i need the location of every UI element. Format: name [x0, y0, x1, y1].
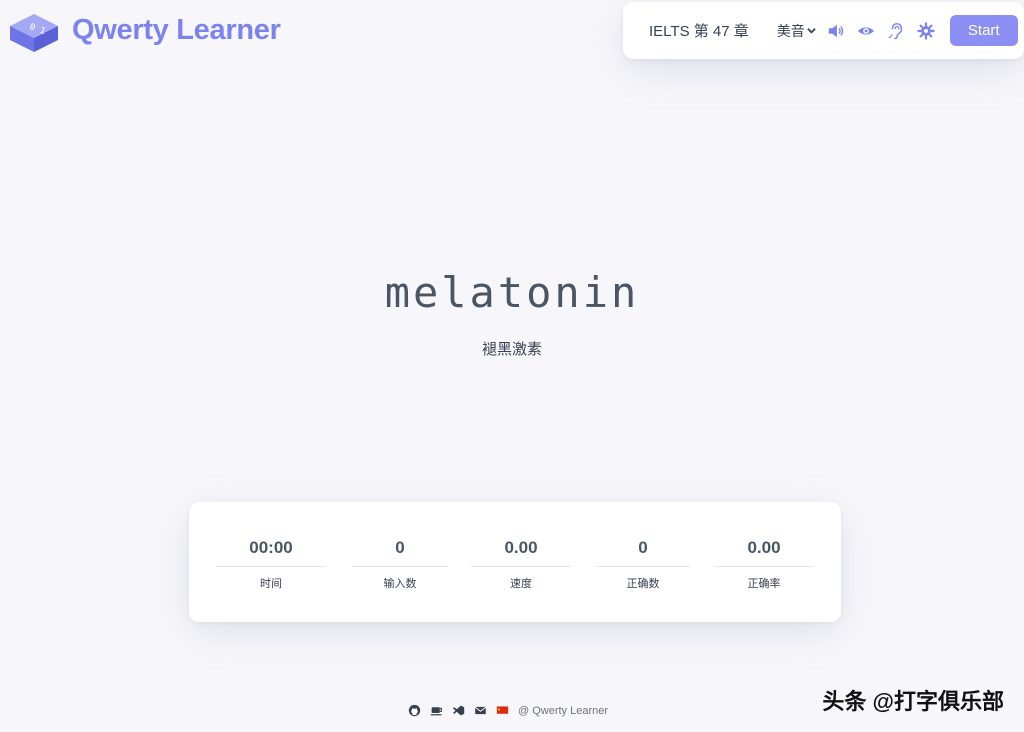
stat-divider [714, 566, 814, 567]
toolbar: IELTS 第 47 章 美音 Start [623, 2, 1024, 59]
stat-divider [216, 566, 326, 567]
stat-input-count: 0 输入数 [352, 538, 448, 591]
coffee-icon[interactable] [430, 704, 443, 717]
mail-icon[interactable] [474, 704, 487, 717]
sound-toggle-button[interactable] [826, 21, 846, 41]
keycap-logo-icon: 0 1 [10, 14, 58, 52]
chevron-down-icon [807, 28, 816, 34]
pronunciation-select[interactable]: 美音 [777, 21, 816, 41]
stat-label: 速度 [510, 578, 532, 590]
stat-time: 00:00 时间 [216, 538, 326, 591]
dictation-toggle-button[interactable] [886, 21, 906, 41]
watermark: 头条 @打字俱乐部 [822, 689, 1004, 714]
stat-correct-count: 0 正确数 [596, 538, 690, 591]
stat-divider [596, 566, 690, 567]
stat-label: 正确率 [747, 578, 781, 590]
stat-value: 0 [638, 538, 648, 557]
stat-value: 0 [395, 538, 405, 557]
visibility-toggle-button[interactable] [856, 21, 876, 41]
settings-icon [917, 21, 935, 40]
stat-divider [352, 566, 448, 567]
stats-panel: 00:00 时间 0 输入数 0.00 速度 0 正确数 0.00 正确率 [189, 502, 841, 622]
start-button[interactable]: Start [949, 15, 1018, 46]
stat-accuracy: 0.00 正确率 [714, 538, 814, 591]
volume-icon [828, 24, 844, 37]
app-title: Qwerty Learner [72, 13, 281, 46]
stat-value: 0.00 [747, 538, 781, 557]
eye-icon [857, 26, 874, 35]
stat-divider [471, 566, 571, 567]
vscode-icon[interactable] [452, 704, 465, 717]
footer-credit[interactable]: @ Qwerty Learner [518, 705, 608, 717]
stat-speed: 0.00 速度 [471, 538, 571, 591]
ear-icon [888, 22, 902, 39]
stat-value: 0.00 [504, 538, 538, 557]
flag-icon[interactable] [496, 704, 509, 717]
word-translation: 褪黑激素 [481, 341, 542, 358]
current-word: melatonin [384, 268, 640, 317]
dictionary-chapter-selector[interactable]: IELTS 第 47 章 [649, 20, 749, 41]
stat-label: 时间 [260, 578, 282, 590]
settings-button[interactable] [916, 21, 936, 41]
github-icon[interactable] [408, 704, 421, 717]
footer: @ Qwerty Learner [408, 704, 608, 717]
stat-label: 输入数 [383, 578, 417, 590]
pronunciation-label: 美音 [776, 22, 805, 39]
stat-label: 正确数 [626, 578, 660, 590]
stat-value: 00:00 [249, 538, 293, 557]
brand[interactable]: 0 1 Qwerty Learner [6, 4, 281, 56]
